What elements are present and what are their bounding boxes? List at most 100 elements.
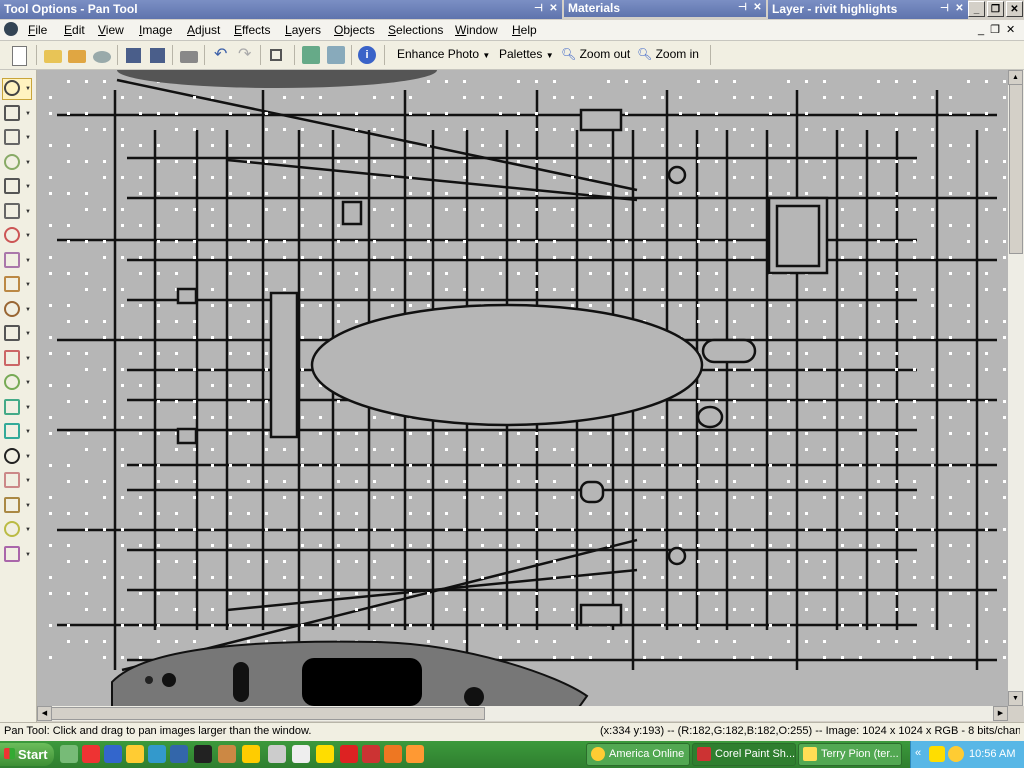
tool-dropdown-arrow-icon[interactable]: ▼ [25, 184, 31, 190]
quicklaunch-icon-16[interactable] [406, 745, 424, 763]
tool-dropdown-arrow-icon[interactable]: ▼ [25, 258, 31, 264]
photo-icon[interactable] [327, 46, 345, 64]
ellipse-tool-icon[interactable] [4, 325, 20, 341]
menu-selections[interactable]: Selections [388, 22, 443, 38]
scratch-remover-icon[interactable] [4, 276, 20, 292]
close-icon[interactable]: ✕ [547, 2, 560, 15]
menu-view[interactable]: View [98, 22, 124, 38]
effect-browser-icon[interactable] [302, 46, 320, 64]
browse-icon[interactable] [68, 50, 86, 63]
tool-dropdown-arrow-icon[interactable]: ▼ [25, 380, 31, 386]
vertical-scrollbar[interactable]: ▲ ▼ [1008, 70, 1024, 706]
quicklaunch-icon-14[interactable] [362, 745, 380, 763]
zoom-out-button[interactable]: 🔍︎ Zoom out [561, 47, 630, 61]
scroll-up-icon[interactable]: ▲ [1008, 70, 1023, 85]
tool-dropdown-arrow-icon[interactable]: ▼ [25, 478, 31, 484]
tool-dropdown-arrow-icon[interactable]: ▼ [25, 233, 31, 239]
tray-expand-icon[interactable]: « [915, 747, 921, 759]
red-eye-icon[interactable] [4, 227, 20, 243]
info-icon[interactable]: i [358, 46, 376, 64]
text-tool-icon[interactable] [4, 447, 20, 464]
selection-tool-icon[interactable] [4, 129, 20, 145]
quicklaunch-icon-7[interactable] [194, 745, 212, 763]
dropper-icon[interactable] [4, 153, 20, 170]
tool-options-palette-title[interactable]: Tool Options - Pan Tool ⊣ ✕ [0, 0, 562, 19]
print-icon[interactable] [180, 51, 198, 63]
scroll-left-icon[interactable]: ◀ [37, 706, 52, 721]
quicklaunch-icon-6[interactable] [170, 745, 188, 763]
undo-icon[interactable]: ↶ [214, 44, 227, 64]
menu-edit[interactable]: Edit [64, 22, 85, 38]
quicklaunch-icon-12[interactable] [316, 745, 334, 763]
close-icon[interactable]: ✕ [953, 2, 966, 15]
horizontal-scroll-thumb[interactable] [51, 707, 485, 720]
quicklaunch-icon-4[interactable] [126, 745, 144, 763]
menu-objects[interactable]: Objects [334, 22, 375, 38]
image-canvas[interactable] [37, 70, 1008, 706]
redo-icon[interactable]: ↷ [238, 44, 251, 64]
warp-brush-icon[interactable] [4, 398, 20, 415]
straighten-icon[interactable] [4, 202, 20, 219]
quicklaunch-icon-8[interactable] [218, 745, 236, 763]
tool-dropdown-arrow-icon[interactable]: ▼ [25, 209, 31, 215]
zoom-in-button[interactable]: 🔍︎ Zoom in [637, 47, 699, 61]
pin-icon[interactable]: ⊣ [938, 2, 951, 15]
quicklaunch-icon-5[interactable] [148, 745, 166, 763]
tray-hand-icon[interactable] [929, 746, 945, 762]
resize-icon[interactable] [270, 49, 282, 61]
taskbar-task-paintshop[interactable]: Corel Paint Sh... [692, 743, 796, 766]
flood-fill-icon[interactable] [4, 545, 20, 562]
quicklaunch-icon-10[interactable] [268, 745, 286, 763]
scroll-right-icon[interactable]: ▶ [993, 706, 1008, 721]
materials-palette-title[interactable]: Materials ⊣ ✕ [564, 0, 766, 17]
tray-smiley-icon[interactable] [948, 746, 964, 762]
save-as-icon[interactable] [150, 48, 165, 63]
menu-layers[interactable]: Layers [285, 22, 321, 38]
minimize-icon[interactable]: _ [968, 1, 985, 17]
tool-dropdown-arrow-icon[interactable]: ▼ [25, 552, 31, 558]
tool-dropdown-arrow-icon[interactable]: ▼ [25, 454, 31, 460]
lighten-brush-icon[interactable] [4, 521, 20, 537]
quicklaunch-icon-9[interactable] [242, 745, 260, 763]
quicklaunch-icon-2[interactable] [82, 745, 100, 763]
quicklaunch-icon-1[interactable] [60, 745, 78, 763]
scan-icon[interactable] [93, 51, 111, 63]
menu-help[interactable]: Help [512, 22, 537, 38]
open-folder-icon[interactable] [44, 50, 62, 63]
quicklaunch-icon-15[interactable] [384, 745, 402, 763]
tool-dropdown-arrow-icon[interactable]: ▼ [25, 356, 31, 362]
vertical-scroll-thumb[interactable] [1009, 84, 1023, 254]
app-icon[interactable] [4, 22, 18, 36]
quicklaunch-icon-3[interactable] [104, 745, 122, 763]
doc-restore-icon[interactable]: ❐ [990, 24, 1006, 36]
preset-shape-icon[interactable] [4, 472, 20, 488]
menu-image[interactable]: Image [139, 22, 172, 38]
menu-window[interactable]: Window [455, 22, 498, 38]
menu-adjust[interactable]: Adjust [187, 22, 220, 38]
eraser-icon[interactable] [4, 349, 20, 366]
picture-tube-icon[interactable] [4, 423, 20, 439]
crop-icon[interactable] [4, 178, 20, 194]
color-replacer-icon[interactable] [4, 374, 20, 390]
menu-file[interactable]: File [28, 22, 47, 38]
horizontal-scrollbar[interactable]: ◀ ▶ [37, 706, 1008, 721]
save-icon[interactable] [126, 48, 141, 63]
quicklaunch-icon-11[interactable] [292, 745, 310, 763]
doc-minimize-icon[interactable]: _ [978, 24, 990, 36]
tool-dropdown-arrow-icon[interactable]: ▼ [25, 527, 31, 533]
palettes-button[interactable]: Palettes ▼ [499, 47, 554, 61]
tool-dropdown-arrow-icon[interactable]: ▼ [25, 86, 31, 92]
enhance-photo-button[interactable]: Enhance Photo ▼ [397, 47, 490, 61]
close-icon[interactable]: ✕ [751, 1, 764, 14]
doc-close-icon[interactable]: ✕ [1006, 24, 1021, 36]
scroll-down-icon[interactable]: ▼ [1008, 691, 1023, 706]
tool-dropdown-arrow-icon[interactable]: ▼ [25, 405, 31, 411]
pin-icon[interactable]: ⊣ [532, 2, 545, 15]
pan-tool-icon[interactable] [4, 80, 20, 96]
pin-icon[interactable]: ⊣ [736, 1, 749, 14]
tool-dropdown-arrow-icon[interactable]: ▼ [25, 503, 31, 509]
close-window-icon[interactable]: ✕ [1006, 1, 1023, 17]
taskbar-task-email[interactable]: Terry Pion (ter... [798, 743, 902, 766]
move-tool-icon[interactable] [4, 104, 20, 121]
tool-dropdown-arrow-icon[interactable]: ▼ [25, 307, 31, 313]
